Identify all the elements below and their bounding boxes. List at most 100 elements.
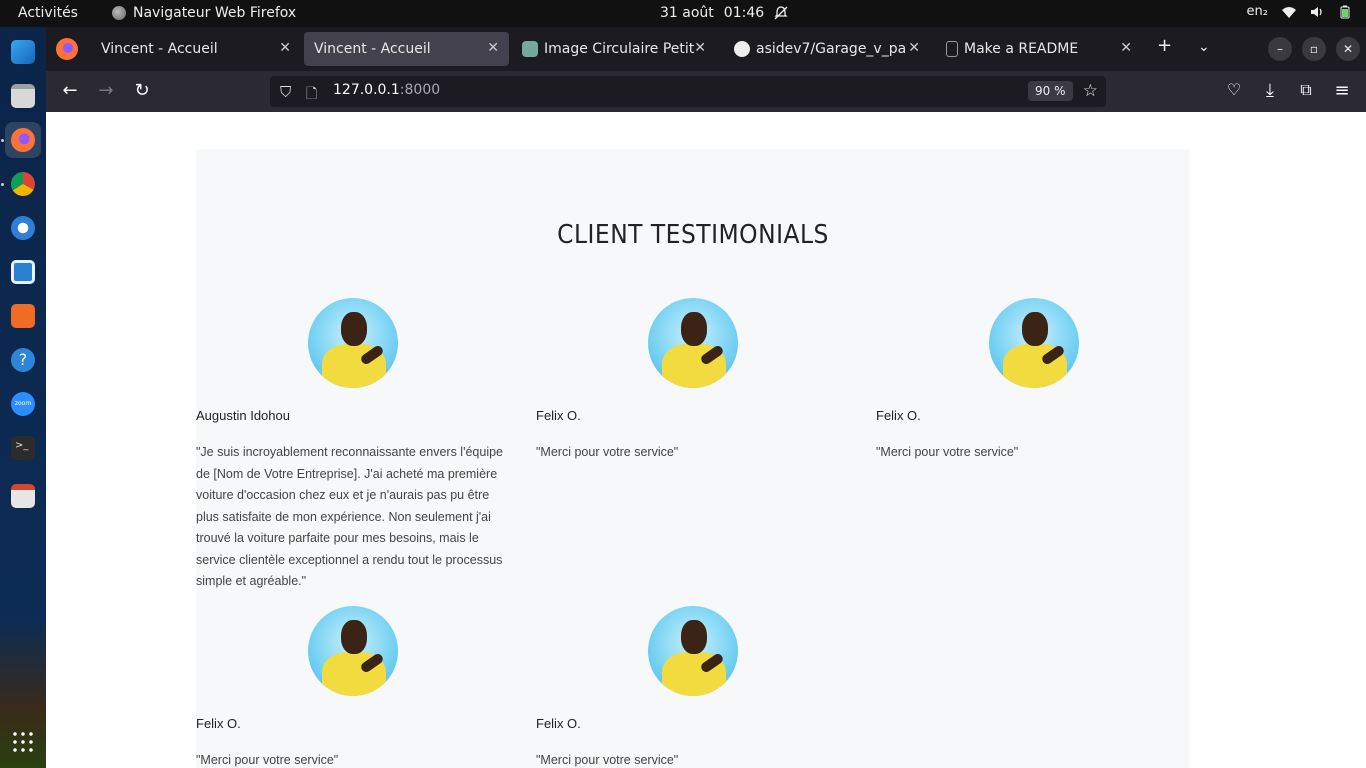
close-tab-icon[interactable]: ✕ (487, 40, 499, 56)
close-tab-icon[interactable]: ✕ (279, 40, 291, 56)
apps-grid-icon (11, 730, 35, 754)
running-indicator (1, 183, 4, 186)
time-label: 01:46 (723, 5, 765, 21)
bookmark-star-icon[interactable]: ☆ (1083, 81, 1098, 101)
activities-button[interactable]: Activités (18, 5, 78, 21)
client-avatar (648, 606, 738, 696)
maximize-icon[interactable]: ▫ (1302, 37, 1326, 61)
client-avatar (648, 298, 738, 388)
client-name: Augustin Idohou (196, 408, 290, 423)
system-tray[interactable]: en₂ (1247, 4, 1352, 19)
new-tab-icon[interactable]: + (1157, 35, 1172, 56)
pocket-icon[interactable]: ♡ (1223, 80, 1245, 99)
client-avatar (308, 298, 398, 388)
dock-chrome[interactable] (5, 166, 41, 202)
back-icon[interactable]: ← (59, 80, 81, 101)
page-icon (946, 41, 958, 57)
tab-github[interactable]: asidev7/Garage_v_parr ✕ (724, 32, 930, 66)
files-icon (11, 84, 35, 108)
dock-vscode[interactable] (5, 34, 41, 70)
navigation-toolbar: ← → ↻ ⛉ 🗋 127.0.0.1:8000 90 % ☆ ♡ ⤓ ⧉ ≡ (46, 71, 1366, 112)
tab-title: Vincent - Accueil (314, 41, 431, 57)
show-apps-button[interactable] (5, 724, 41, 760)
page-info-icon[interactable]: 🗋 (306, 83, 317, 107)
dock-firefox[interactable] (5, 122, 41, 158)
dock-software[interactable] (5, 298, 41, 334)
testimonial-text: "Merci pour votre service" (876, 445, 1019, 459)
dock-thunderbird[interactable] (5, 210, 41, 246)
client-avatar (989, 298, 1079, 388)
menu-icon[interactable]: ≡ (1331, 80, 1353, 101)
tab-title: Image Circulaire Petite (544, 41, 694, 57)
reader-icon (11, 484, 35, 508)
help-icon: ? (11, 348, 35, 372)
url-host: 127.0.0.1 (333, 82, 400, 98)
github-icon (734, 41, 750, 57)
testimonial-text: "Merci pour votre service" (196, 753, 339, 767)
url-port: :8000 (399, 82, 441, 98)
tab-vincent-1[interactable]: Vincent - Accueil ✕ (91, 32, 301, 66)
reload-icon[interactable]: ↻ (131, 80, 153, 101)
dock: ? zoom >_ (0, 27, 46, 768)
system-top-bar: Activités Navigateur Web Firefox 31 août… (0, 0, 1366, 27)
firefox-icon (11, 128, 35, 152)
battery-icon (1340, 5, 1350, 18)
url-text[interactable]: 127.0.0.1:8000 (333, 82, 440, 98)
extensions-icon[interactable]: ⧉ (1295, 80, 1317, 100)
close-tab-icon[interactable]: ✕ (694, 40, 706, 56)
software-icon (11, 304, 35, 328)
client-name: Felix O. (876, 408, 921, 423)
forward-icon[interactable]: → (95, 80, 117, 101)
vscode-icon (11, 40, 35, 64)
thunderbird-icon (11, 216, 35, 240)
app-name-label: Navigateur Web Firefox (133, 5, 297, 21)
close-window-icon[interactable]: ✕ (1336, 37, 1360, 61)
client-avatar (308, 606, 398, 696)
client-name: Felix O. (196, 716, 241, 731)
testimonial-text: "Je suis incroyablement reconnaissante e… (196, 445, 503, 588)
tab-title: Vincent - Accueil (101, 41, 218, 57)
dock-help[interactable]: ? (5, 342, 41, 378)
list-tabs-icon[interactable]: ⌄ (1198, 39, 1210, 55)
tab-title: Make a README (964, 41, 1079, 57)
client-name: Felix O. (536, 408, 581, 423)
volume-icon (1311, 6, 1322, 17)
firefox-view-icon[interactable] (56, 38, 78, 60)
close-tab-icon[interactable]: ✕ (908, 40, 920, 56)
tab-image-circulaire[interactable]: Image Circulaire Petite ✕ (512, 32, 716, 66)
client-name: Felix O. (536, 716, 581, 731)
keyboard-layout[interactable]: en₂ (1247, 4, 1268, 19)
dock-zoom[interactable]: zoom (5, 386, 41, 422)
notifications-off-icon (774, 6, 788, 20)
tab-bar: Vincent - Accueil ✕ Vincent - Accueil ✕ … (46, 27, 1366, 71)
date-label: 31 août (660, 5, 714, 21)
dock-files[interactable] (5, 78, 41, 114)
tab-readme[interactable]: Make a README ✕ (936, 32, 1142, 66)
minimize-icon[interactable]: – (1268, 37, 1292, 61)
tab-title: asidev7/Garage_v_parr (756, 41, 906, 57)
firefox-icon (112, 6, 126, 20)
running-indicator (1, 139, 4, 142)
section-title: CLIENT TESTIMONIALS (557, 220, 829, 250)
zoom-reset-button[interactable]: 90 % (1028, 81, 1073, 101)
tab-vincent-2[interactable]: Vincent - Accueil ✕ (304, 32, 509, 66)
downloads-icon[interactable]: ⤓ (1259, 80, 1281, 101)
writer-icon (11, 260, 35, 284)
dock-reader[interactable] (5, 478, 41, 514)
clock[interactable]: 31 août 01:46 (660, 5, 788, 21)
address-bar[interactable]: ⛉ 🗋 127.0.0.1:8000 90 % ☆ (270, 76, 1106, 107)
dock-writer[interactable] (5, 254, 41, 290)
testimonial-text: "Merci pour votre service" (536, 753, 679, 767)
testimonials-section: CLIENT TESTIMONIALS Augustin Idohou "Je … (196, 149, 1190, 768)
dock-terminal[interactable]: >_ (5, 430, 41, 466)
chrome-icon (11, 172, 35, 196)
app-menu[interactable]: Navigateur Web Firefox (112, 5, 296, 21)
wifi-icon (1282, 6, 1296, 18)
tracking-protection-icon[interactable]: ⛉ (280, 83, 291, 101)
web-page: CLIENT TESTIMONIALS Augustin Idohou "Je … (46, 112, 1366, 768)
chatgpt-icon (522, 41, 538, 57)
testimonial-text: "Merci pour votre service" (536, 445, 679, 459)
zoom-icon: zoom (11, 392, 35, 416)
close-tab-icon[interactable]: ✕ (1120, 40, 1132, 56)
terminal-icon: >_ (11, 436, 35, 460)
